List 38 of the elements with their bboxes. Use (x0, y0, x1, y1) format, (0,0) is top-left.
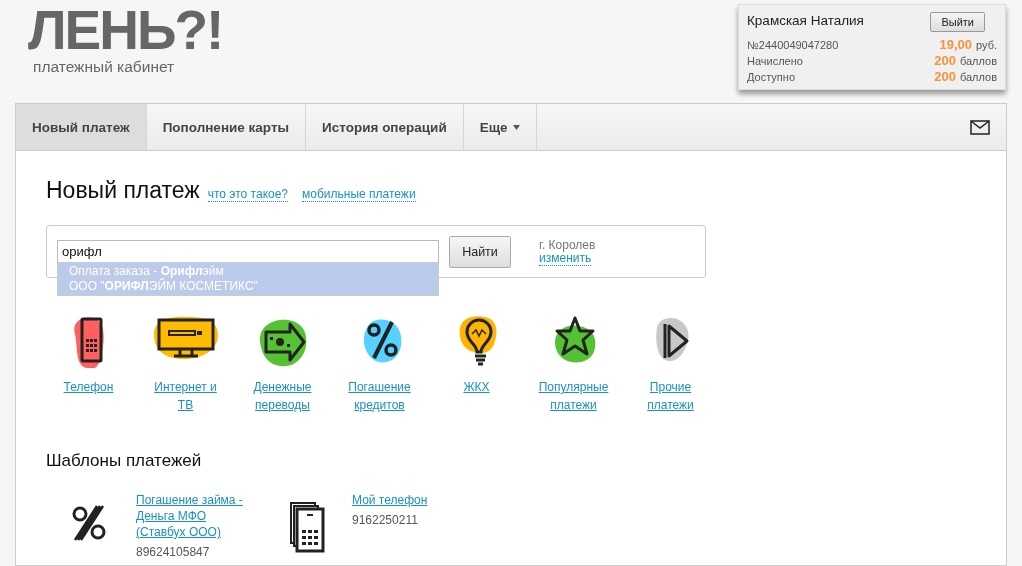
find-button[interactable]: Найти (449, 235, 511, 268)
help-link[interactable]: мобильные платежи (302, 187, 416, 202)
template-link[interactable]: Мой телефон (352, 492, 464, 508)
nav-tab[interactable]: Еще (463, 104, 537, 150)
amount-unit: баллов (959, 55, 997, 67)
nav-tab[interactable]: Новый платеж (16, 104, 147, 150)
nav-tab[interactable]: Пополнение карты (146, 104, 307, 150)
card-number: №2440049047280 (747, 39, 839, 51)
change-city-link[interactable]: изменить (539, 251, 592, 266)
search-field[interactable]: орифл (57, 239, 439, 264)
nav-tab[interactable]: История операций (306, 104, 464, 150)
template-number: 9162250211 (352, 513, 419, 527)
amount-value: 200 (934, 69, 956, 84)
amount-unit: баллов (959, 71, 997, 83)
template-link[interactable]: Погашение займа - Деньга МФО (Ставбух ООО) (136, 492, 248, 540)
category-link[interactable]: ЖКХ (439, 378, 514, 396)
amount-value: 19,00 (939, 37, 972, 52)
mail-icon[interactable] (970, 119, 990, 135)
category-link[interactable]: Популярные платежи (536, 378, 611, 414)
logout-button[interactable]: Выйти (930, 12, 985, 32)
account-label: Начислено (747, 55, 803, 67)
account-label: Доступно (747, 71, 795, 83)
caret-icon (512, 124, 520, 130)
logo-subtitle: платежный кабинет (33, 58, 176, 76)
section-title: Шаблоны платежей (46, 451, 203, 471)
category-link[interactable]: Денежные переводы (245, 378, 320, 414)
category-link[interactable]: Интернет и ТВ (148, 378, 223, 414)
amount-value: 200 (934, 53, 956, 68)
category-link[interactable]: Телефон (51, 378, 126, 396)
help-link[interactable]: что это такое? (207, 187, 289, 202)
user-name: Крамская Наталия (747, 13, 864, 28)
city-name: г. Королев (539, 237, 596, 252)
page-title: Новый платеж (46, 177, 200, 204)
template-number: 89624105847 (136, 545, 211, 559)
logo-title: ЛЕНЬ?! (28, 6, 223, 54)
category-link[interactable]: Прочие платежи (633, 378, 708, 414)
amount-unit: руб. (976, 39, 997, 51)
category-link[interactable]: Погашение кредитов (342, 378, 417, 414)
